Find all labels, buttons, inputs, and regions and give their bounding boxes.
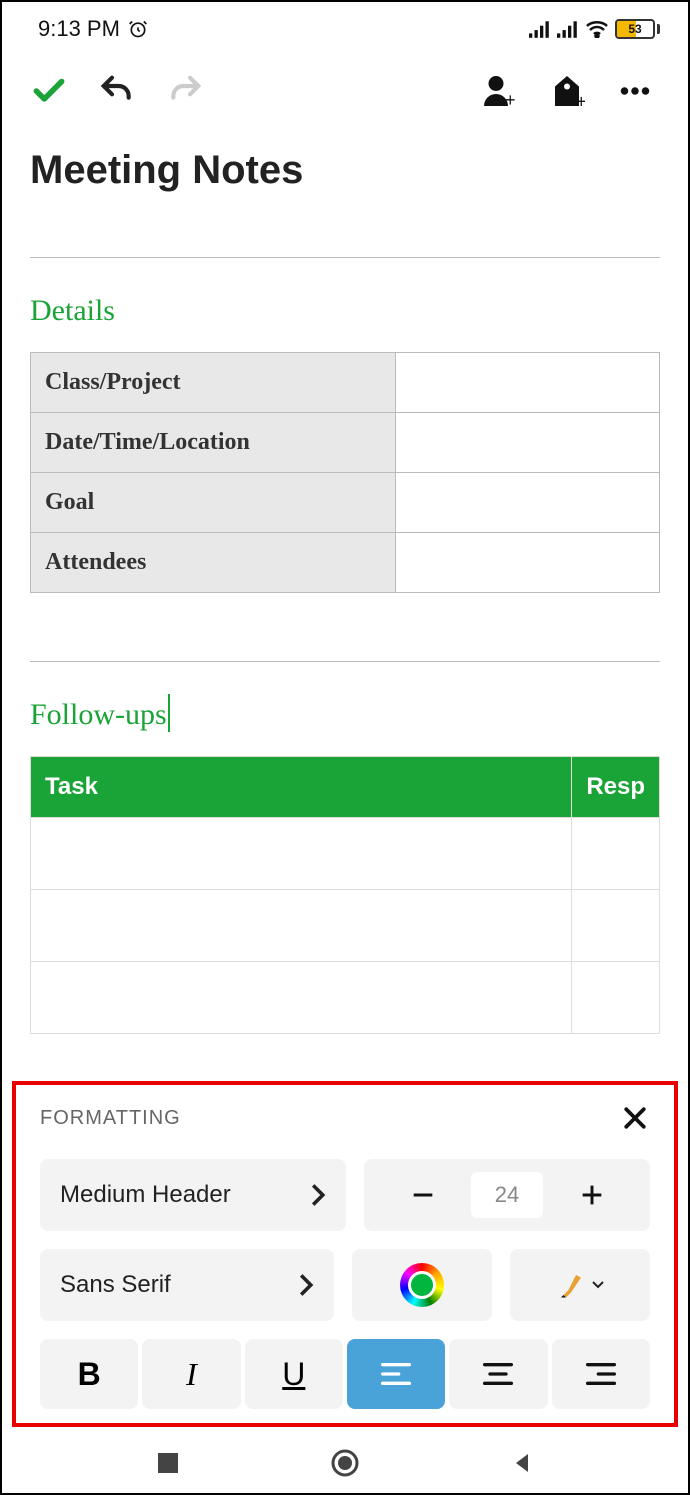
section-heading-followups[interactable]: Follow-ups <box>30 680 660 756</box>
align-left-button[interactable] <box>347 1339 445 1409</box>
recents-button[interactable] <box>156 1451 180 1475</box>
highlighter-icon <box>556 1270 586 1300</box>
details-label[interactable]: Goal <box>31 473 396 533</box>
font-size-control: 24 <box>364 1159 650 1231</box>
undo-button[interactable] <box>96 70 138 112</box>
column-header-resp[interactable]: Resp <box>572 757 660 818</box>
signal-icon <box>557 20 579 38</box>
bold-button[interactable]: B <box>40 1339 138 1409</box>
formatting-panel: FORMATTING Medium Header 24 Sans Serif B <box>12 1081 678 1427</box>
battery-icon: 53 <box>615 19 660 39</box>
add-tag-button[interactable]: + <box>546 70 588 112</box>
column-header-task[interactable]: Task <box>31 757 572 818</box>
font-family-label: Sans Serif <box>60 1271 171 1299</box>
clock-text: 9:13 PM <box>38 16 120 42</box>
underline-button[interactable]: U <box>245 1339 343 1409</box>
text-style-selector[interactable]: Medium Header <box>40 1159 346 1231</box>
font-size-value[interactable]: 24 <box>471 1172 543 1218</box>
italic-button[interactable]: I <box>142 1339 240 1409</box>
divider <box>30 661 660 662</box>
text-color-button[interactable] <box>352 1249 492 1321</box>
svg-text:+: + <box>505 90 516 109</box>
details-value[interactable] <box>395 473 659 533</box>
status-bar: 9:13 PM 53 <box>2 2 688 52</box>
table-cell[interactable] <box>572 890 660 962</box>
align-right-button[interactable] <box>552 1339 650 1409</box>
color-wheel-icon <box>400 1263 444 1307</box>
note-title[interactable]: Meeting Notes <box>30 124 660 239</box>
table-cell[interactable] <box>31 890 572 962</box>
divider <box>30 257 660 258</box>
decrease-size-button[interactable] <box>374 1181 471 1209</box>
highlight-color-button[interactable] <box>510 1249 650 1321</box>
note-content[interactable]: Meeting Notes Details Class/Project Date… <box>2 124 688 1034</box>
system-nav-bar <box>2 1433 688 1493</box>
text-style-label: Medium Header <box>60 1181 231 1209</box>
table-cell[interactable] <box>31 962 572 1034</box>
table-cell[interactable] <box>572 962 660 1034</box>
details-label[interactable]: Date/Time/Location <box>31 413 396 473</box>
details-value[interactable] <box>395 353 659 413</box>
details-label[interactable]: Class/Project <box>31 353 396 413</box>
more-button[interactable] <box>614 70 656 112</box>
font-family-selector[interactable]: Sans Serif <box>40 1249 334 1321</box>
table-cell[interactable] <box>572 818 660 890</box>
section-heading-details[interactable]: Details <box>30 276 660 352</box>
followups-table[interactable]: Task Resp <box>30 756 660 1034</box>
chevron-down-icon <box>592 1279 604 1291</box>
add-person-button[interactable]: + <box>478 70 520 112</box>
table-cell[interactable] <box>31 818 572 890</box>
details-value[interactable] <box>395 413 659 473</box>
redo-button[interactable] <box>164 70 206 112</box>
details-label[interactable]: Attendees <box>31 533 396 593</box>
signal-icon <box>529 20 551 38</box>
editor-toolbar: + + <box>2 52 688 124</box>
details-table[interactable]: Class/Project Date/Time/Location Goal At… <box>30 352 660 593</box>
alarm-icon <box>128 19 148 39</box>
align-center-button[interactable] <box>449 1339 547 1409</box>
done-button[interactable] <box>28 70 70 112</box>
close-icon[interactable] <box>620 1103 650 1133</box>
details-value[interactable] <box>395 533 659 593</box>
increase-size-button[interactable] <box>543 1181 640 1209</box>
wifi-icon <box>585 20 609 38</box>
back-button[interactable] <box>510 1451 534 1475</box>
home-button[interactable] <box>329 1447 361 1479</box>
chevron-right-icon <box>310 1183 326 1207</box>
chevron-right-icon <box>298 1273 314 1297</box>
formatting-title: FORMATTING <box>40 1107 181 1130</box>
svg-text:+: + <box>576 92 585 110</box>
